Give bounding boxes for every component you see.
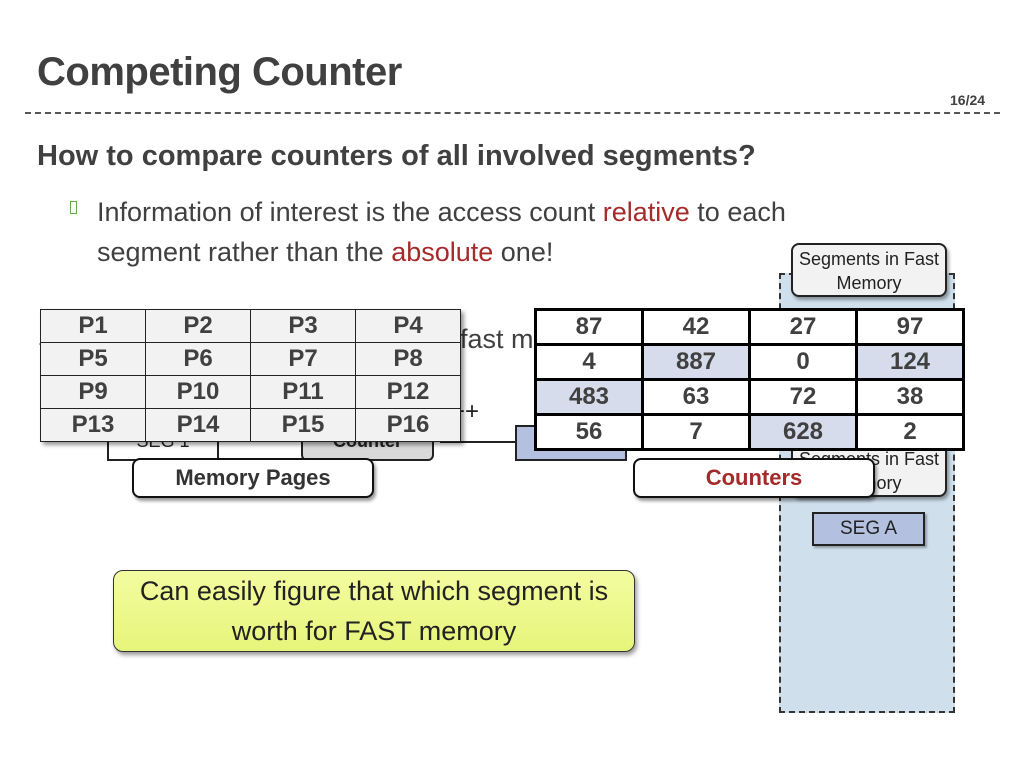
page-cell: P8 — [355, 342, 461, 376]
bullet-text: Information of interest is the access co… — [97, 192, 817, 272]
counter-cell: 97 — [855, 308, 965, 346]
memory-pages-label: Memory Pages — [132, 458, 374, 498]
section-heading: How to compare counters of all involved … — [37, 140, 756, 172]
title-divider — [25, 112, 1000, 114]
pages-row: P5 P6 P7 P8 — [40, 342, 461, 376]
page-cell: P1 — [40, 309, 146, 343]
highlight-absolute: absolute — [391, 237, 494, 267]
page-cell: P15 — [250, 408, 356, 442]
page-cell: P12 — [355, 375, 461, 409]
bullet-text-part: Information of interest is the access co… — [97, 197, 603, 227]
page-cell: P14 — [145, 408, 251, 442]
pages-row: P9 P10 P11 P12 — [40, 375, 461, 409]
counter-cell: 483 — [534, 378, 644, 416]
counters-row: 56 7 628 2 — [534, 413, 965, 451]
pages-row: P1 P2 P3 P4 — [40, 309, 461, 343]
page-cell: P13 — [40, 408, 146, 442]
page-cell: P3 — [250, 309, 356, 343]
counter-cell: 63 — [641, 378, 751, 416]
counter-cell: 72 — [748, 378, 858, 416]
counter-cell: 4 — [534, 343, 644, 381]
counter-cell: 38 — [855, 378, 965, 416]
counter-cell: 27 — [748, 308, 858, 346]
fast-memory-segment: SEG A — [812, 512, 925, 546]
page-cell: P9 — [40, 375, 146, 409]
page-cell: P6 — [145, 342, 251, 376]
counter-cell: 7 — [641, 413, 751, 451]
page-cell: P10 — [145, 375, 251, 409]
counter-cell: 628 — [748, 413, 858, 451]
pages-row: P13 P14 P15 P16 — [40, 408, 461, 442]
bullet-text-part: one! — [493, 237, 554, 267]
counters-row: 483 63 72 38 — [534, 378, 965, 416]
page-cell: P4 — [355, 309, 461, 343]
page-cell: P11 — [250, 375, 356, 409]
page-cell: P16 — [355, 408, 461, 442]
counters-label: Counters — [633, 458, 875, 498]
counter-cell: 2 — [855, 413, 965, 451]
conclusion-note: Can easily figure that which segment is … — [113, 570, 635, 652]
counter-cell: 0 — [748, 343, 858, 381]
counter-cell: 42 — [641, 308, 751, 346]
hidden-text-fragment: fast m — [460, 324, 534, 354]
counter-cell: 87 — [534, 308, 644, 346]
counters-row: 87 42 27 97 — [534, 308, 965, 346]
counters-table: 87 42 27 97 4 887 0 124 483 63 72 38 56 7 628 2 — [534, 308, 965, 451]
highlight-relative: relative — [602, 197, 690, 227]
page-cell: P5 — [40, 342, 146, 376]
page-number: 16/24 — [950, 92, 986, 108]
page-cell: P7 — [250, 342, 356, 376]
counter-cell: 887 — [641, 343, 751, 381]
page-cell: P2 — [145, 309, 251, 343]
slide-title: Competing Counter — [37, 50, 402, 94]
counter-cell: 56 — [534, 413, 644, 451]
memory-pages-table: P1 P2 P3 P4 P5 P6 P7 P8 P9 P10 P11 P12 P13 P14 P15 P16 — [40, 309, 461, 442]
square-bullet-icon — [70, 201, 77, 214]
fast-memory-callout: Segments in Fast Memory — [791, 243, 947, 297]
counters-row: 4 887 0 124 — [534, 343, 965, 381]
counter-cell: 124 — [855, 343, 965, 381]
